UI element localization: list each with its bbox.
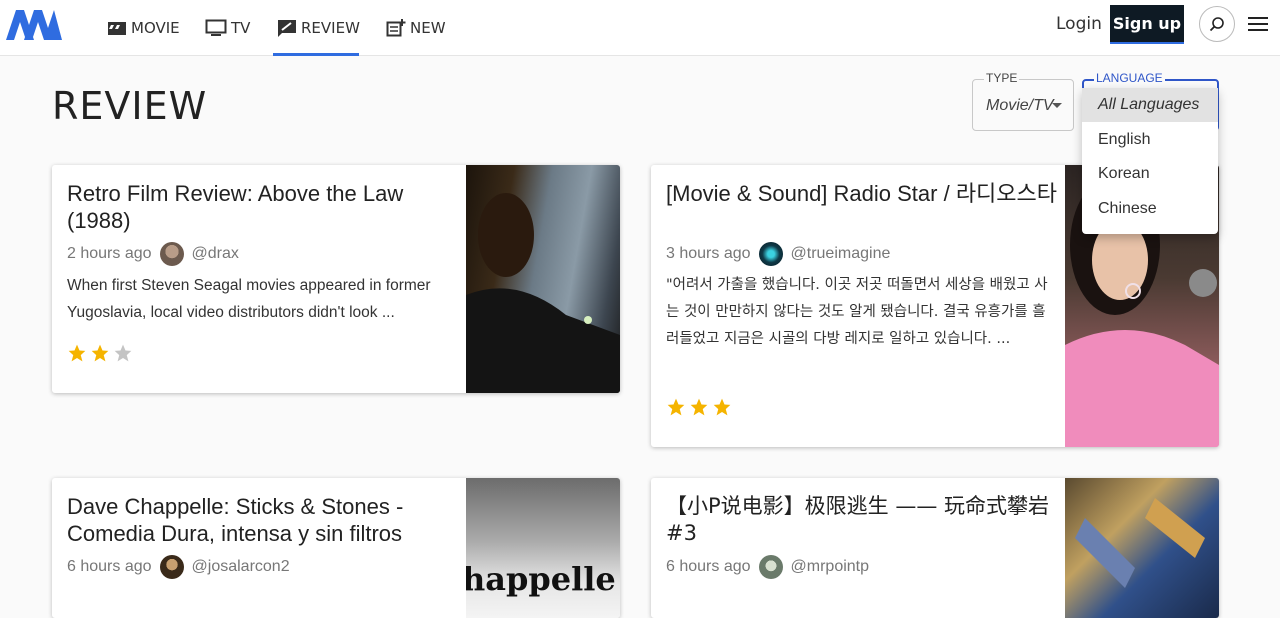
new-post-icon	[386, 18, 406, 36]
movie-clapper-icon	[108, 21, 126, 35]
review-title[interactable]: [Movie & Sound] Radio Star / 라디오스타	[666, 180, 1061, 207]
star-filled-icon	[91, 344, 109, 362]
nav-tv[interactable]: TV	[205, 0, 250, 55]
avatar[interactable]	[159, 555, 184, 579]
review-pen-icon	[278, 19, 296, 37]
nav-review-label: REVIEW	[301, 18, 360, 37]
review-title[interactable]: Retro Film Review: Above the Law (1988)	[67, 180, 457, 234]
avatar[interactable]	[758, 555, 783, 579]
active-tab-indicator	[273, 53, 359, 56]
page-title: REVIEW	[52, 84, 208, 128]
review-author[interactable]: @mrpointp	[791, 558, 870, 576]
language-select-label: LANGUAGE	[1094, 71, 1165, 85]
star-filled-icon	[68, 344, 86, 362]
search-button[interactable]	[1199, 6, 1235, 42]
review-time: 6 hours ago	[67, 558, 152, 575]
review-title[interactable]: Dave Chappelle: Sticks & Stones - Comedi…	[67, 493, 457, 547]
nav-review[interactable]: REVIEW	[277, 0, 360, 55]
review-excerpt: When first Steven Seagal movies appeared…	[67, 277, 431, 321]
review-time: 3 hours ago	[666, 245, 751, 262]
review-thumbnail[interactable]: happelle	[466, 478, 620, 618]
top-nav-bar: MOVIE TV REVIEW NEW Login Sign up	[0, 0, 1280, 56]
language-option-chinese[interactable]: Chinese	[1082, 192, 1218, 226]
language-option-english[interactable]: English	[1082, 123, 1218, 157]
review-meta: 6 hours ago @mrpointp	[666, 555, 869, 579]
review-meta: 2 hours ago @drax	[67, 242, 239, 266]
nav-movie[interactable]: MOVIE	[107, 0, 180, 55]
nav-new-label: NEW	[410, 18, 446, 37]
type-select-value: Movie/TV	[986, 97, 1054, 114]
avatar[interactable]	[758, 242, 783, 266]
language-dropdown-menu: All Languages English Korean Chinese	[1082, 88, 1218, 234]
nav-movie-label: MOVIE	[131, 18, 180, 37]
movie-still-image	[466, 193, 620, 393]
review-title[interactable]: 【小P说电影】极限逃生 —— 玩命式攀岩 #3	[666, 493, 1061, 547]
review-thumbnail[interactable]	[466, 165, 620, 393]
type-select-label: TYPE	[984, 71, 1020, 85]
star-filled-icon	[690, 398, 708, 416]
language-option-all[interactable]: All Languages	[1082, 88, 1218, 122]
movie-still-image	[1075, 498, 1205, 588]
review-thumbnail[interactable]	[1065, 478, 1219, 618]
hamburger-menu-icon[interactable]	[1246, 14, 1270, 34]
review-card[interactable]: 【小P说电影】极限逃生 —— 玩命式攀岩 #3 6 hours ago @mrp…	[651, 478, 1219, 618]
search-icon	[1209, 17, 1224, 32]
language-option-korean[interactable]: Korean	[1082, 157, 1218, 191]
review-time: 2 hours ago	[67, 245, 152, 262]
site-logo[interactable]	[6, 10, 62, 40]
review-author[interactable]: @drax	[192, 245, 239, 263]
review-meta: 6 hours ago @josalarcon2	[67, 555, 290, 579]
star-rating	[67, 343, 133, 363]
star-filled-icon	[667, 398, 685, 416]
review-author[interactable]: @trueimagine	[791, 245, 891, 263]
signup-button[interactable]: Sign up	[1110, 5, 1184, 44]
star-empty-icon	[114, 344, 132, 362]
review-time: 6 hours ago	[666, 558, 751, 575]
review-card[interactable]: Dave Chappelle: Sticks & Stones - Comedi…	[52, 478, 620, 618]
review-meta: 3 hours ago @trueimagine	[666, 242, 890, 266]
thumbnail-text: happelle	[466, 560, 616, 598]
chevron-down-icon	[1052, 103, 1062, 108]
star-rating	[666, 397, 732, 417]
review-card[interactable]: Retro Film Review: Above the Law (1988) …	[52, 165, 620, 393]
star-filled-icon	[713, 398, 731, 416]
review-author[interactable]: @josalarcon2	[192, 558, 290, 576]
nav-new[interactable]: NEW	[386, 0, 446, 55]
nav-tv-label: TV	[231, 18, 251, 37]
avatar[interactable]	[159, 242, 184, 266]
tv-icon	[205, 19, 227, 36]
review-excerpt: "어려서 가출을 했습니다. 이곳 저곳 떠돌면서 세상을 배웠고 사는 것이 …	[666, 277, 1048, 347]
login-link[interactable]: Login	[1056, 14, 1102, 34]
